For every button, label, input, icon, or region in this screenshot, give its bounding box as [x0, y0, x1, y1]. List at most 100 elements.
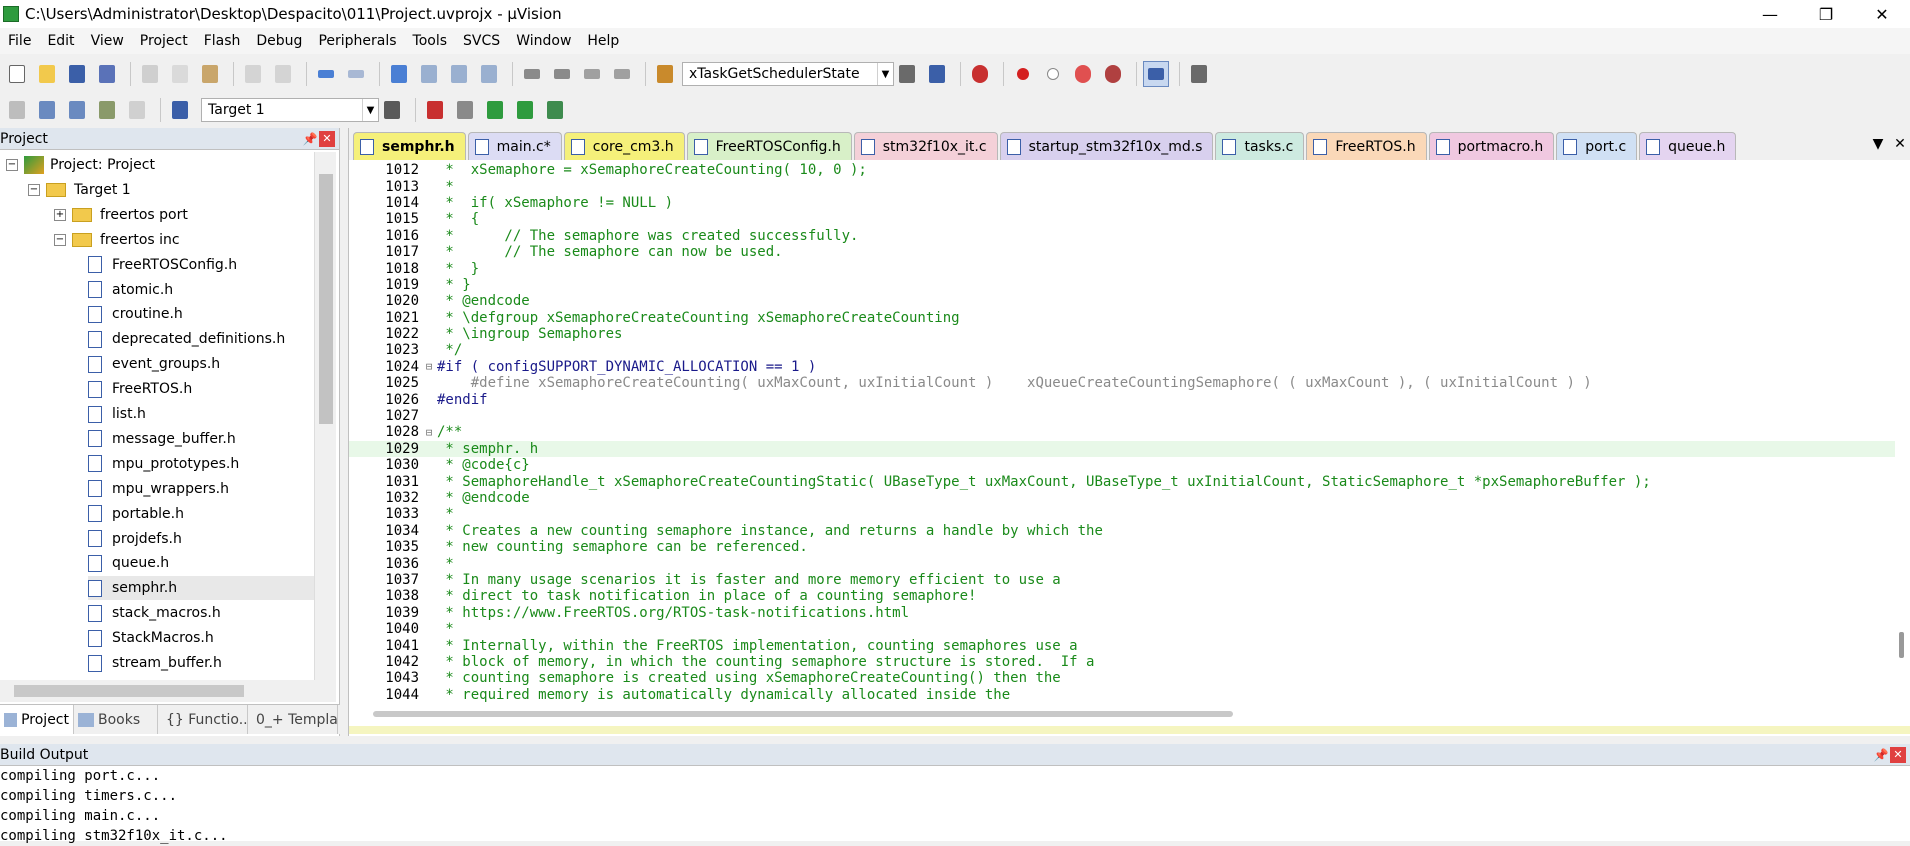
maximize-button[interactable]: ❐ — [1798, 0, 1854, 28]
close-icon[interactable]: ✕ — [1890, 746, 1906, 763]
bookmark-icon[interactable] — [386, 61, 412, 87]
editor-tab[interactable]: stm32f10x_it.c — [853, 132, 998, 160]
code-view[interactable]: 1012 * xSemaphore = xSemaphoreCreateCoun… — [349, 162, 1895, 702]
incremental-find-icon[interactable] — [924, 61, 950, 87]
panel-tab-0[interactable]: Project — [0, 705, 74, 734]
code-line[interactable]: 1021 * \defgroup xSemaphoreCreateCountin… — [349, 310, 1895, 326]
rebuild-icon[interactable] — [64, 97, 90, 123]
tree-item[interactable]: − Project: Project — [6, 153, 314, 177]
pack-installer-icon[interactable] — [542, 97, 568, 123]
code-line[interactable]: 1022 * \ingroup Semaphores — [349, 326, 1895, 342]
select-pack-icon[interactable] — [512, 97, 538, 123]
panel-tab-1[interactable]: Books — [74, 705, 158, 734]
code-line[interactable]: 1026 #endif — [349, 391, 1895, 408]
undo-icon[interactable] — [240, 61, 266, 87]
code-line[interactable]: 1019 * } — [349, 277, 1895, 293]
scroll-thumb[interactable] — [1899, 632, 1904, 658]
tree-item[interactable]: event_groups.h — [88, 352, 314, 376]
code-line[interactable]: 1023 */ — [349, 342, 1895, 358]
scroll-thumb[interactable] — [373, 711, 1233, 717]
code-line[interactable]: 1041 * Internally, within the FreeRTOS i… — [349, 637, 1895, 654]
debug-start-icon[interactable] — [967, 61, 993, 87]
editor-tab[interactable]: startup_stm32f10x_md.s — [999, 132, 1214, 160]
manage-components-icon[interactable] — [422, 97, 448, 123]
editor-tab[interactable]: core_cm3.h — [563, 132, 685, 160]
tree-item[interactable]: deprecated_definitions.h — [88, 327, 314, 351]
download-icon[interactable] — [167, 97, 193, 123]
configure-icon[interactable] — [1186, 61, 1212, 87]
build-icon[interactable] — [34, 97, 60, 123]
tree-horizontal-scrollbar[interactable] — [0, 680, 336, 702]
code-line[interactable]: 1037 * In many usage scenarios it is fas… — [349, 572, 1895, 588]
indent-icon[interactable] — [519, 61, 545, 87]
disable-all-breakpoints-icon[interactable] — [1070, 61, 1096, 87]
editor-tab[interactable]: semphr.h — [353, 132, 466, 160]
tree-vertical-scrollbar[interactable] — [314, 152, 336, 680]
code-line[interactable]: 1013 * — [349, 178, 1895, 195]
code-line[interactable]: 1032 * @endcode — [349, 490, 1895, 506]
code-line[interactable]: 1024 ⊟ #if ( configSUPPORT_DYNAMIC_ALLOCAT… — [349, 359, 1895, 375]
next-bookmark-icon[interactable] — [446, 61, 472, 87]
expand-toggle-icon[interactable]: − — [54, 233, 66, 246]
code-line[interactable]: 1036 * — [349, 555, 1895, 572]
clear-bookmarks-icon[interactable] — [476, 61, 502, 87]
tree-item[interactable]: croutine.h — [88, 302, 314, 326]
target-combo[interactable]: Target 1 ▼ — [201, 98, 379, 122]
tree-item[interactable]: semphr.h — [88, 576, 314, 601]
code-line[interactable]: 1030 * @code{c} — [349, 457, 1895, 473]
minimize-button[interactable]: — — [1742, 0, 1798, 28]
navigate-forward-icon[interactable] — [343, 61, 369, 87]
new-file-icon[interactable] — [4, 61, 30, 87]
code-line[interactable]: 1033 * — [349, 506, 1895, 522]
tree-item[interactable]: list.h — [88, 402, 314, 426]
close-tab-icon[interactable]: ✕ — [1889, 136, 1910, 152]
cut-icon[interactable] — [137, 61, 163, 87]
tree-item[interactable]: projdefs.h — [88, 527, 314, 551]
menu-item-flash[interactable]: Flash — [196, 33, 249, 49]
menu-item-svcs[interactable]: SVCS — [455, 33, 508, 49]
tree-item[interactable]: mpu_wrappers.h — [88, 477, 314, 501]
target-options-icon[interactable] — [379, 97, 405, 123]
expand-toggle-icon[interactable]: + — [54, 208, 66, 221]
fold-marker-icon[interactable]: ⊟ — [421, 360, 437, 373]
kill-all-breakpoints-icon[interactable] — [1100, 61, 1126, 87]
editor-tab[interactable]: queue.h — [1639, 132, 1737, 160]
tree-item[interactable]: − freertos inc — [54, 228, 314, 252]
menu-item-view[interactable]: View — [83, 33, 132, 49]
menu-item-window[interactable]: Window — [508, 33, 579, 49]
code-line[interactable]: 1014 * if( xSemaphore != NULL ) — [349, 195, 1895, 211]
code-line[interactable]: 1038 * direct to task notification in pl… — [349, 588, 1895, 604]
code-line[interactable]: 1044 * required memory is automatically … — [349, 687, 1895, 702]
find-combo[interactable]: xTaskGetSchedulerState ▼ — [682, 62, 894, 86]
code-line[interactable]: 1012 * xSemaphore = xSemaphoreCreateCoun… — [349, 162, 1895, 178]
tree-item[interactable]: atomic.h — [88, 278, 314, 302]
expand-toggle-icon[interactable]: − — [28, 183, 40, 196]
code-line[interactable]: 1020 * @endcode — [349, 293, 1895, 309]
editor-vertical-scrollbar[interactable] — [1895, 162, 1910, 702]
uncomment-icon[interactable] — [609, 61, 635, 87]
window-layout-icon[interactable] — [1143, 61, 1169, 87]
run-time-environment-icon[interactable] — [482, 97, 508, 123]
close-window-button[interactable]: ✕ — [1854, 0, 1910, 28]
code-line[interactable]: 1016 * // The semaphore was created succ… — [349, 228, 1895, 244]
prev-bookmark-icon[interactable] — [416, 61, 442, 87]
editor-horizontal-scrollbar[interactable] — [349, 702, 1895, 724]
editor-tab[interactable]: FreeRTOSConfig.h — [686, 132, 852, 160]
tree-item[interactable]: stack_macros.h — [88, 601, 314, 625]
code-line[interactable]: 1015 * { — [349, 211, 1895, 227]
editor-tab[interactable]: port.c — [1556, 132, 1638, 160]
code-line[interactable]: 1039 * https://www.FreeRTOS.org/RTOS-tas… — [349, 605, 1895, 621]
file-extensions-icon[interactable] — [452, 97, 478, 123]
code-line[interactable]: 1040 * — [349, 621, 1895, 637]
code-line[interactable]: 1043 * counting semaphore is created usi… — [349, 670, 1895, 686]
tree-item[interactable]: mpu_prototypes.h — [88, 452, 314, 476]
save-icon[interactable] — [64, 61, 90, 87]
comment-icon[interactable] — [579, 61, 605, 87]
menu-item-file[interactable]: File — [0, 33, 39, 49]
disable-breakpoint-icon[interactable] — [1040, 61, 1066, 87]
code-line[interactable]: 1017 * // The semaphore can now be used. — [349, 244, 1895, 260]
menu-item-debug[interactable]: Debug — [248, 33, 310, 49]
code-line[interactable]: 1028 ⊟/** — [349, 424, 1895, 440]
open-file-icon[interactable] — [34, 61, 60, 87]
stop-build-icon[interactable] — [124, 97, 150, 123]
